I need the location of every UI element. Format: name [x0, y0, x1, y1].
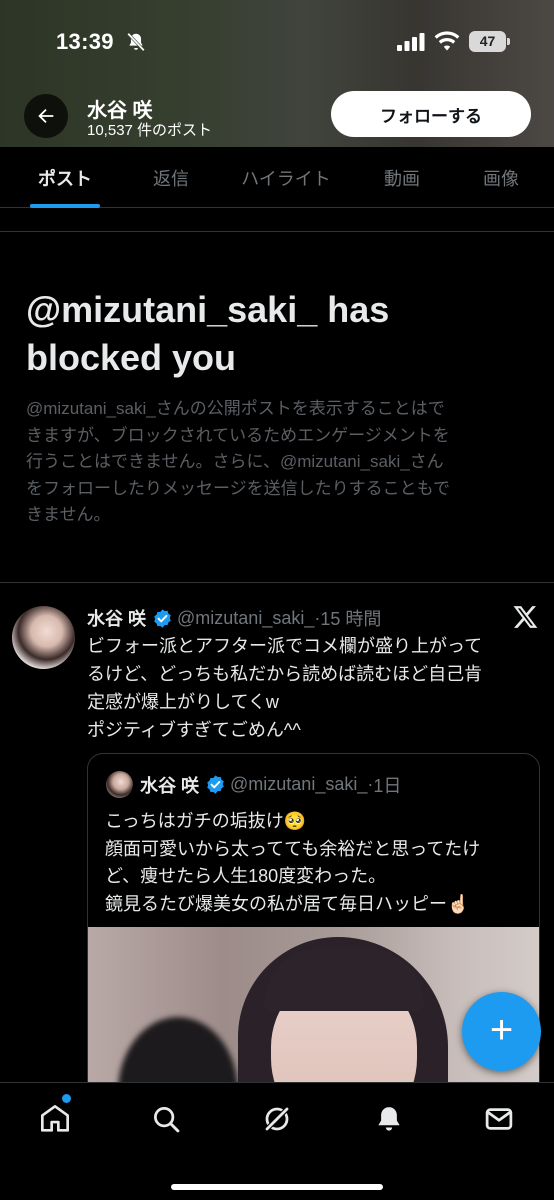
avatar[interactable]: [12, 606, 75, 669]
blocked-title-line: @mizutani_saki_ has: [26, 289, 390, 330]
cellular-signal-icon: [397, 33, 425, 51]
nav-home[interactable]: [33, 1097, 77, 1141]
profile-nav-bar: 水谷 咲 10,537 件のポスト フォローする: [0, 84, 554, 147]
post-timestamp[interactable]: 15 時間: [320, 605, 381, 631]
post-text-line: ビフォー派とアフター派でコメ欄が盛り上がって: [87, 636, 483, 656]
active-tab-indicator: [30, 204, 100, 208]
home-icon: [41, 1105, 69, 1132]
quote-text: こっちはガチの垢抜け🥺 顔面可愛いから太ってても余裕だと思ってたけ ど、痩せたら…: [105, 808, 535, 918]
compose-post-button[interactable]: +: [462, 992, 541, 1071]
profile-tabs: ポスト 返信 ハイライト 動画 画像: [0, 147, 554, 208]
post-header: 水谷 咲 @mizutani_saki_ · 15 時間: [87, 604, 381, 632]
battery-indicator: 47: [469, 31, 506, 52]
x-logo-icon[interactable]: [513, 604, 539, 630]
blocked-description-line: 行うことはできません。さらに、@mizutani_saki_さん: [26, 452, 444, 471]
arrow-left-icon: [38, 108, 54, 124]
quote-author-name: 水谷 咲: [140, 775, 200, 796]
post-text-line: るけど、どっちも私だから読めば読むほど自己肯: [87, 664, 483, 684]
plus-icon: +: [489, 1008, 514, 1052]
verified-badge-icon: [154, 608, 171, 628]
post-text: ビフォー派とアフター派でコメ欄が盛り上がって るけど、どっちも私だから読めば読む…: [87, 632, 537, 744]
grok-icon: [263, 1105, 291, 1133]
nav-notifications[interactable]: [367, 1097, 411, 1141]
blocked-description-line: きますが、ブロックされているためエンゲージメントを: [26, 425, 450, 445]
bell-off-icon: [127, 32, 145, 52]
back-button[interactable]: [24, 94, 68, 138]
tab-replies[interactable]: 返信: [122, 147, 220, 208]
blocked-description-line: をフォローしたりメッセージを送信したりすることもで: [26, 478, 450, 498]
quote-header: 水谷 咲 @mizutani_saki_ · 1日: [140, 771, 401, 798]
quote-timestamp: 1日: [373, 775, 402, 796]
tab-highlights[interactable]: ハイライト: [226, 147, 346, 208]
post-author-name[interactable]: 水谷 咲: [87, 605, 146, 631]
status-bar: 13:39 47: [0, 0, 554, 84]
blocked-description-line: @mizutani_saki_さんの公開ポストを表示することはで: [26, 399, 445, 418]
divider: [0, 582, 554, 583]
post-text-line: ポジティブすぎてごめん^^: [87, 720, 301, 740]
quote-author-handle: @mizutani_saki_: [230, 774, 368, 794]
messages-icon: [485, 1108, 513, 1130]
quote-text-line: ど、痩せたら人生180度変わった。: [105, 866, 387, 886]
home-indicator-bar: [171, 1184, 383, 1190]
tab-videos[interactable]: 動画: [352, 147, 452, 208]
divider: [0, 231, 554, 232]
verified-badge-icon: [207, 775, 224, 794]
quote-text-line: 顔面可愛いから太ってても余裕だと思ってたけ: [105, 838, 481, 859]
blocked-title-line: blocked you: [26, 337, 237, 378]
quote-avatar: [106, 771, 133, 798]
battery-tip: [507, 38, 510, 45]
nav-messages[interactable]: [477, 1097, 521, 1141]
tab-images[interactable]: 画像: [452, 147, 550, 208]
wifi-icon: [434, 31, 460, 51]
quote-text-line: こっちはガチの垢抜け🥺: [105, 811, 307, 831]
post-text-line: 定感が爆上がりしてくw: [87, 692, 279, 712]
follow-button[interactable]: フォローする: [331, 91, 531, 137]
post-author-handle[interactable]: @mizutani_saki_: [177, 608, 314, 629]
status-time: 13:39: [56, 29, 114, 54]
blocked-title: @mizutani_saki_ has blocked you: [26, 286, 536, 382]
photo-bangs: [264, 949, 424, 1011]
nav-grok[interactable]: [255, 1097, 299, 1141]
search-icon: [154, 1107, 180, 1133]
notifications-icon: [378, 1107, 400, 1131]
home-notification-dot: [62, 1094, 71, 1103]
bottom-navigation: [0, 1082, 554, 1200]
tab-posts[interactable]: ポスト: [16, 147, 114, 208]
battery-level: 47: [479, 33, 496, 49]
blocked-description: @mizutani_saki_さんの公開ポストを表示することはで きますが、ブロ…: [26, 396, 531, 529]
blocked-description-line: きません。: [26, 505, 111, 524]
quote-text-line: 鏡見るたび爆美女の私が居て毎日ハッピー☝🏻: [105, 893, 470, 914]
nav-search[interactable]: [144, 1097, 188, 1141]
post-count: 10,537 件のポスト: [87, 122, 213, 139]
